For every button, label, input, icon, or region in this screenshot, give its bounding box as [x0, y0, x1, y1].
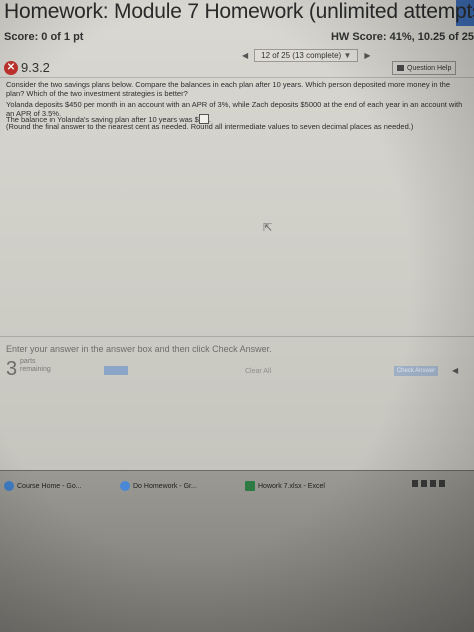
parts-remaining-label: parts remaining	[20, 358, 51, 374]
chrome-icon	[4, 481, 14, 491]
parts-remaining-count: 3	[6, 358, 18, 380]
score-label: Score: 0 of 1 pt	[4, 31, 84, 43]
taskbar-item-label: Do Homework - Gr...	[133, 482, 197, 490]
parts-progress-bar	[104, 366, 128, 375]
incorrect-icon: ✕	[4, 60, 18, 75]
question-help-button[interactable]: Question Help	[392, 61, 457, 75]
previous-question-icon[interactable]: ◀	[242, 51, 248, 60]
system-tray	[412, 480, 445, 487]
taskbar-item-label: Course Home - Go...	[17, 482, 82, 490]
collapse-arrow-icon[interactable]: ◀	[452, 366, 458, 375]
network-icon[interactable]	[412, 480, 418, 487]
check-answer-button[interactable]: Check Answer	[394, 366, 438, 376]
answer-instruction: Enter your answer in the answer box and …	[6, 344, 272, 354]
battery-icon[interactable]	[439, 480, 445, 487]
question-help-label: Question Help	[407, 64, 452, 72]
excel-icon	[245, 481, 255, 491]
parts-label-line2: remaining	[20, 366, 51, 373]
language-icon[interactable]	[421, 480, 427, 487]
rounding-instruction: (Round the final answer to the nearest c…	[6, 122, 414, 131]
menu-icon	[397, 65, 404, 71]
question-navigator: ◀ 12 of 25 (13 complete) ▼ ▶	[242, 48, 371, 62]
question-selector[interactable]: 12 of 25 (13 complete) ▼	[254, 48, 359, 62]
question-number: 9.3.2	[21, 60, 50, 75]
parts-label-line1: parts	[20, 358, 36, 365]
chrome-icon	[120, 481, 130, 491]
question-header: ✕ 9.3.2	[4, 60, 50, 75]
volume-icon[interactable]	[430, 480, 436, 487]
hw-score-label: HW Score: 41%, 10.25 of 25	[330, 31, 474, 43]
taskbar-item-label: Howork 7.xlsx - Excel	[258, 482, 325, 490]
clear-all-button[interactable]: Clear All	[245, 368, 271, 375]
question-position: 12 of 25 (13 complete)	[261, 50, 342, 60]
taskbar-border	[0, 470, 474, 471]
divider	[0, 336, 474, 337]
question-prompt: Consider the two savings plans below. Co…	[6, 80, 451, 98]
taskbar-item-do-homework[interactable]: Do Homework - Gr...	[120, 478, 197, 494]
dropdown-icon: ▼	[343, 50, 352, 60]
taskbar	[0, 470, 474, 632]
divider	[0, 77, 474, 78]
mouse-cursor-icon: ⇱	[263, 222, 273, 234]
page-title: Homework: Module 7 Homework (unlimited a…	[4, 0, 474, 23]
next-question-icon[interactable]: ▶	[364, 51, 370, 60]
taskbar-item-excel[interactable]: Howork 7.xlsx - Excel	[245, 478, 325, 494]
taskbar-item-course-home[interactable]: Course Home - Go...	[4, 478, 82, 494]
screen: Homework: Module 7 Homework (unlimited a…	[0, 0, 474, 632]
